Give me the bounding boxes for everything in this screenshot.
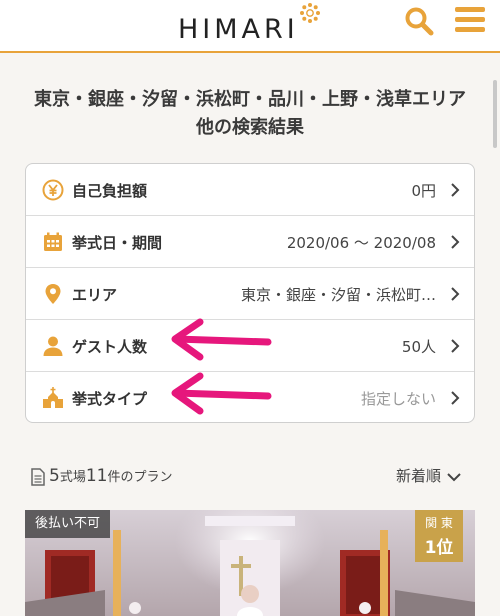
venue-count: 5 bbox=[49, 466, 60, 486]
document-icon bbox=[31, 468, 45, 486]
sort-dropdown[interactable]: 新着順 bbox=[396, 465, 461, 486]
ranking-region: 関 東 bbox=[425, 516, 453, 530]
chevron-right-icon bbox=[451, 339, 460, 353]
map-pin-icon bbox=[45, 284, 61, 304]
result-count: 5式場11件のプラン bbox=[49, 466, 173, 486]
app-header: HIMARI bbox=[0, 0, 500, 53]
condition-value: 50人 bbox=[401, 338, 436, 356]
condition-value: 0円 bbox=[411, 182, 436, 200]
scrollbar[interactable] bbox=[493, 80, 497, 148]
calendar-icon bbox=[44, 232, 62, 251]
annotation-arrow-guests bbox=[171, 318, 272, 361]
ranking-position: 1位 bbox=[424, 538, 454, 558]
person-icon bbox=[43, 336, 63, 356]
chevron-right-icon bbox=[451, 287, 460, 301]
condition-row-date[interactable]: 挙式日・期間 2020/06 〜 2020/08 bbox=[26, 216, 474, 268]
chevron-down-icon bbox=[447, 472, 461, 481]
search-icon[interactable] bbox=[404, 6, 434, 36]
venue-card-image[interactable]: 後払い不可 関 東 1位 bbox=[25, 510, 475, 616]
condition-label: ゲスト人数 bbox=[72, 338, 148, 356]
chevron-right-icon bbox=[451, 235, 460, 249]
yen-coin-icon bbox=[42, 179, 64, 201]
condition-row-budget[interactable]: 自己負担額 0円 bbox=[26, 164, 474, 216]
chevron-right-icon bbox=[451, 183, 460, 197]
ranking-badge: 関 東 1位 bbox=[415, 510, 463, 562]
condition-value: 東京・銀座・汐留・浜松町… bbox=[240, 286, 436, 304]
himari-logo[interactable]: HIMARI bbox=[178, 14, 299, 45]
condition-label: 挙式日・期間 bbox=[72, 234, 163, 252]
payment-badge: 後払い不可 bbox=[25, 510, 111, 538]
venue-unit: 式場 bbox=[59, 470, 86, 485]
condition-label: 自己負担額 bbox=[72, 182, 148, 200]
sort-label: 新着順 bbox=[395, 467, 441, 485]
sun-flower-icon bbox=[300, 3, 320, 23]
chevron-right-icon bbox=[451, 391, 460, 405]
condition-value: 指定しない bbox=[360, 390, 436, 408]
annotation-arrow-ceremony-type bbox=[171, 372, 272, 415]
hamburger-menu-icon[interactable] bbox=[455, 7, 485, 33]
result-summary: 5式場11件のプラン 新着順 bbox=[25, 462, 475, 494]
chapel-icon bbox=[43, 387, 63, 408]
condition-value: 2020/06 〜 2020/08 bbox=[286, 234, 436, 252]
condition-row-area[interactable]: エリア 東京・銀座・汐留・浜松町… bbox=[26, 268, 474, 320]
condition-label: エリア bbox=[72, 286, 118, 304]
page-title: 東京・銀座・汐留・浜松町・品川・上野・浅草エリア 他の検索結果 bbox=[34, 89, 466, 138]
plan-unit: 件のプラン bbox=[107, 470, 173, 485]
plan-count: 11 bbox=[85, 466, 108, 486]
condition-label: 挙式タイプ bbox=[72, 390, 148, 408]
